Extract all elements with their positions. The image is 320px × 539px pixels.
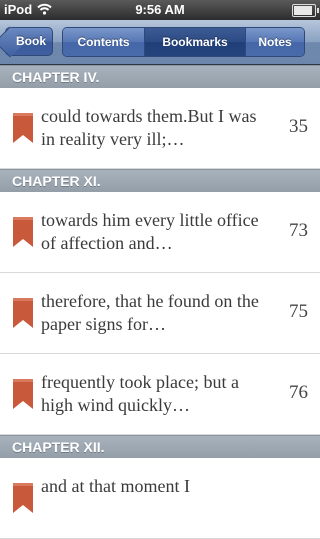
tab-contents[interactable]: Contents bbox=[63, 28, 144, 56]
page-number: 35 bbox=[289, 116, 308, 137]
bookmark-excerpt: frequently took place; but a high wind q… bbox=[41, 372, 239, 415]
tab-bookmarks[interactable]: Bookmarks bbox=[144, 28, 245, 56]
bookmark-ribbon-icon bbox=[13, 298, 33, 328]
bookmark-ribbon-icon bbox=[13, 113, 33, 143]
navigation-bar: Book Contents Bookmarks Notes bbox=[0, 20, 320, 65]
bookmark-excerpt: could towards them.But I was in reality … bbox=[41, 106, 257, 149]
list-item[interactable]: could towards them.But I was in reality … bbox=[0, 88, 320, 169]
section-header: CHAPTER XI. bbox=[0, 169, 320, 192]
bookmark-excerpt: and at that moment I bbox=[41, 476, 190, 496]
page-number: 73 bbox=[289, 220, 308, 241]
section-header: CHAPTER IV. bbox=[0, 65, 320, 88]
status-time: 9:56 AM bbox=[135, 2, 185, 17]
bookmark-excerpt: therefore, that he found on the paper si… bbox=[41, 291, 259, 334]
list-item[interactable]: frequently took place; but a high wind q… bbox=[0, 354, 320, 435]
tab-notes[interactable]: Notes bbox=[245, 28, 304, 56]
bookmarks-list[interactable]: CHAPTER IV. could towards them.But I was… bbox=[0, 65, 320, 539]
status-bar: iPod 9:56 AM bbox=[0, 0, 320, 20]
back-button-label: Book bbox=[16, 34, 46, 48]
back-button[interactable]: Book bbox=[5, 27, 53, 56]
bookmark-ribbon-icon bbox=[13, 483, 33, 513]
page-number: 76 bbox=[289, 382, 308, 403]
list-item[interactable]: towards him every little office of affec… bbox=[0, 192, 320, 273]
bookmark-excerpt: towards him every little office of affec… bbox=[41, 210, 259, 253]
list-item[interactable]: and at that moment I bbox=[0, 458, 320, 539]
section-header: CHAPTER XII. bbox=[0, 435, 320, 458]
page-number: 75 bbox=[289, 301, 308, 322]
list-item[interactable]: therefore, that he found on the paper si… bbox=[0, 273, 320, 354]
bookmark-ribbon-icon bbox=[13, 217, 33, 247]
view-segmented-control: Contents Bookmarks Notes bbox=[62, 27, 305, 57]
battery-icon bbox=[292, 4, 319, 17]
bookmark-ribbon-icon bbox=[13, 379, 33, 409]
